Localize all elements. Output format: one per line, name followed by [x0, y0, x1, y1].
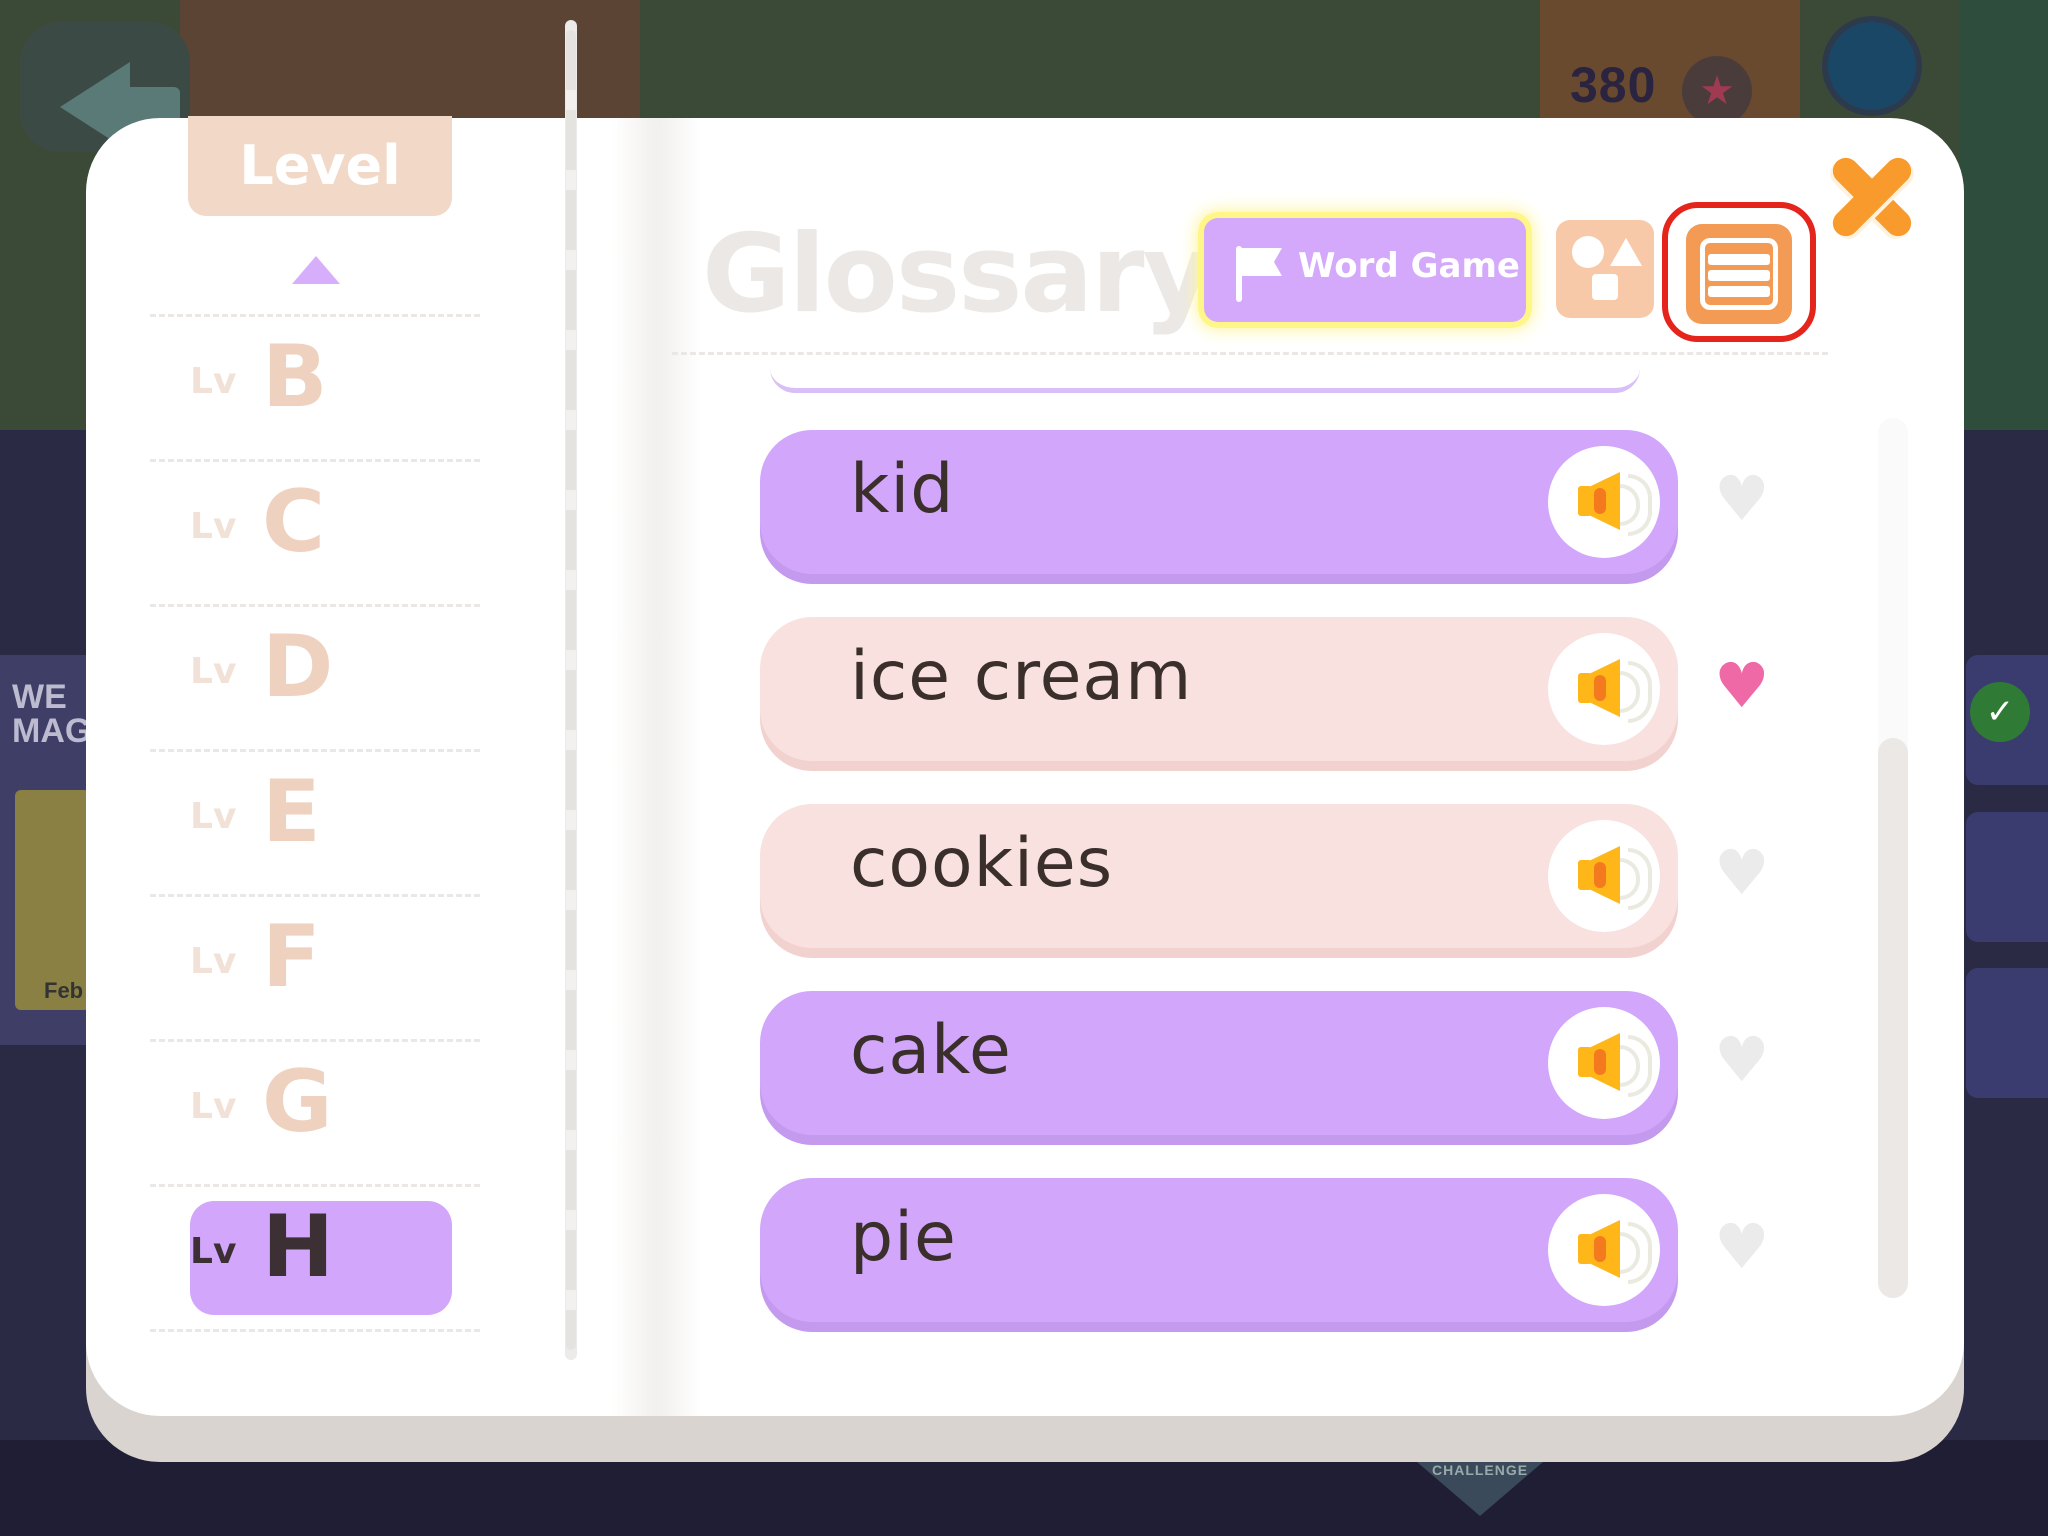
level-item-g[interactable]: Lv G: [150, 1039, 480, 1184]
word-label: cookies: [850, 824, 1114, 903]
audio-button[interactable]: [1548, 1194, 1660, 1306]
word-label: ice cream: [850, 637, 1193, 716]
book-spine-stitch: [566, 30, 576, 1350]
audio-button[interactable]: [1548, 820, 1660, 932]
heart-icon[interactable]: ♥: [1714, 1216, 1770, 1278]
globe-icon[interactable]: [1822, 16, 1922, 116]
word-row-partial: [770, 368, 1640, 393]
level-letter: C: [262, 472, 326, 572]
level-item-d[interactable]: Lv D: [150, 604, 480, 749]
level-prefix: Lv: [190, 1086, 237, 1127]
word-row[interactable]: ice cream: [760, 617, 1678, 761]
background-side-card-date: Feb: [44, 978, 84, 1003]
background-right-tile: [1966, 812, 2048, 942]
level-item-h[interactable]: Lv H: [150, 1184, 480, 1332]
check-icon: ✓: [1970, 682, 2030, 742]
level-item-e[interactable]: Lv E: [150, 749, 480, 894]
level-letter: G: [262, 1052, 333, 1152]
grid-view-button[interactable]: [1556, 220, 1654, 318]
scrollbar-thumb[interactable]: [1878, 738, 1908, 1298]
level-prefix: Lv: [190, 941, 237, 982]
word-game-label: Word Game: [1298, 246, 1520, 286]
level-letter: H: [262, 1197, 334, 1297]
heart-icon[interactable]: ♥: [1714, 655, 1770, 717]
challenge-label: CHALLENGE: [1432, 1462, 1529, 1478]
heart-icon[interactable]: ♥: [1714, 468, 1770, 530]
level-prefix: Lv: [190, 796, 237, 837]
audio-button[interactable]: [1548, 1007, 1660, 1119]
level-prefix: Lv: [190, 651, 237, 692]
level-item-b[interactable]: Lv B: [150, 314, 480, 459]
level-list: Lv B Lv C Lv D Lv E Lv F Lv G Lv H: [150, 314, 480, 1332]
chevron-up-icon[interactable]: [292, 256, 340, 284]
background-panel: [1960, 0, 2048, 430]
level-item-f[interactable]: Lv F: [150, 894, 480, 1039]
word-row[interactable]: pie: [760, 1178, 1678, 1322]
page-title: Glossary: [702, 212, 1213, 337]
word-game-button[interactable]: Word Game: [1204, 218, 1526, 322]
level-letter: E: [262, 762, 321, 862]
level-prefix: Lv: [190, 361, 237, 402]
star-score: 380: [1570, 57, 1657, 113]
list-view-button[interactable]: [1686, 224, 1792, 324]
word-label: pie: [850, 1198, 957, 1277]
audio-button[interactable]: [1548, 446, 1660, 558]
level-letter: D: [262, 617, 334, 717]
word-label: kid: [850, 450, 955, 529]
level-letter: B: [262, 327, 328, 427]
heart-icon[interactable]: ♥: [1714, 1029, 1770, 1091]
background-side-card-image: [15, 790, 90, 1010]
close-button[interactable]: [1818, 144, 1928, 254]
word-label: cake: [850, 1011, 1012, 1090]
word-row[interactable]: cake: [760, 991, 1678, 1135]
header-divider: [672, 352, 1828, 355]
level-title: Level: [188, 116, 452, 216]
word-row[interactable]: cookies: [760, 804, 1678, 948]
heart-icon[interactable]: ♥: [1714, 842, 1770, 904]
level-item-c[interactable]: Lv C: [150, 459, 480, 604]
level-prefix: Lv: [190, 506, 237, 547]
level-prefix: Lv: [190, 1231, 237, 1272]
background-right-tile: [1966, 968, 2048, 1098]
star-icon: ★: [1682, 56, 1752, 126]
audio-button[interactable]: [1548, 633, 1660, 745]
book-spine: [612, 118, 702, 1416]
level-letter: F: [262, 907, 321, 1007]
word-row[interactable]: kid: [760, 430, 1678, 574]
background-side-card-text: WE MAG: [12, 678, 92, 750]
